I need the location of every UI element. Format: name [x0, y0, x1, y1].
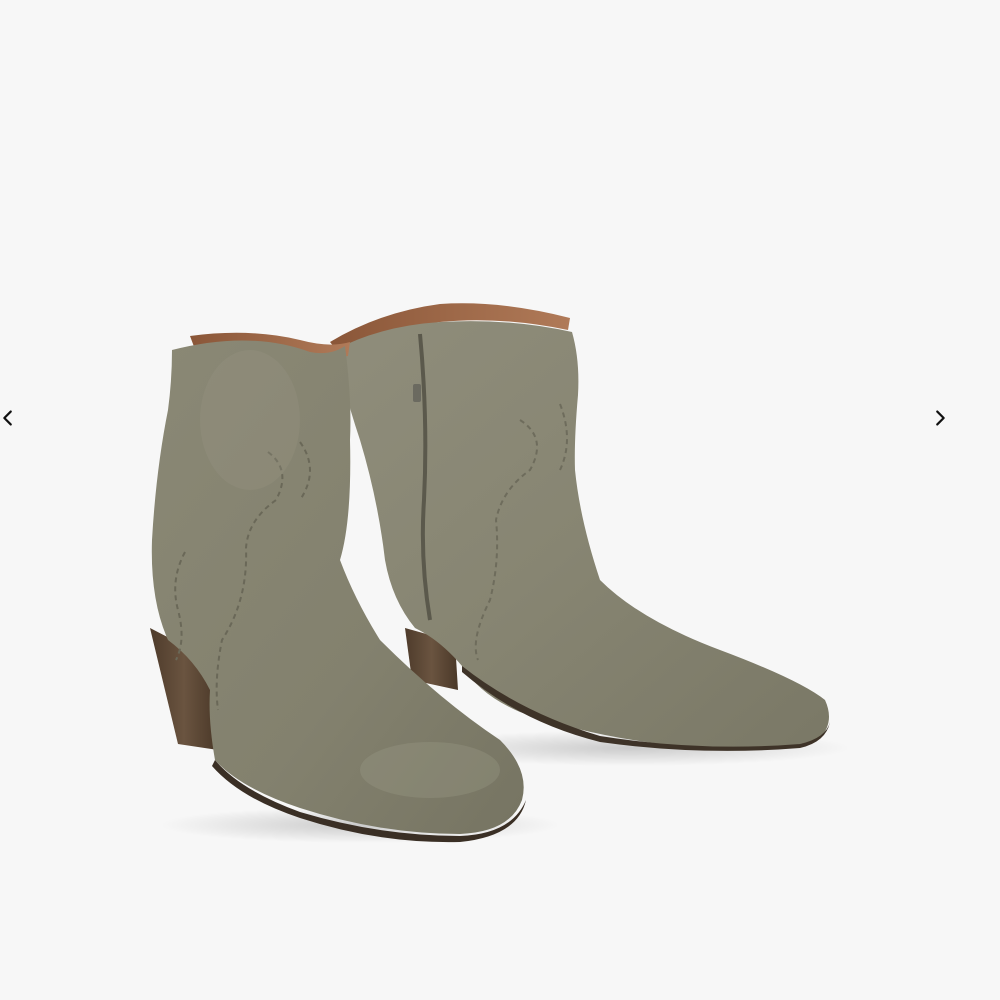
chevron-right-icon — [936, 410, 945, 426]
product-image-gallery — [0, 0, 1000, 1000]
previous-image-button[interactable] — [0, 400, 26, 436]
next-image-button[interactable] — [922, 400, 958, 436]
product-image — [150, 303, 850, 843]
chevron-left-icon — [3, 410, 12, 426]
